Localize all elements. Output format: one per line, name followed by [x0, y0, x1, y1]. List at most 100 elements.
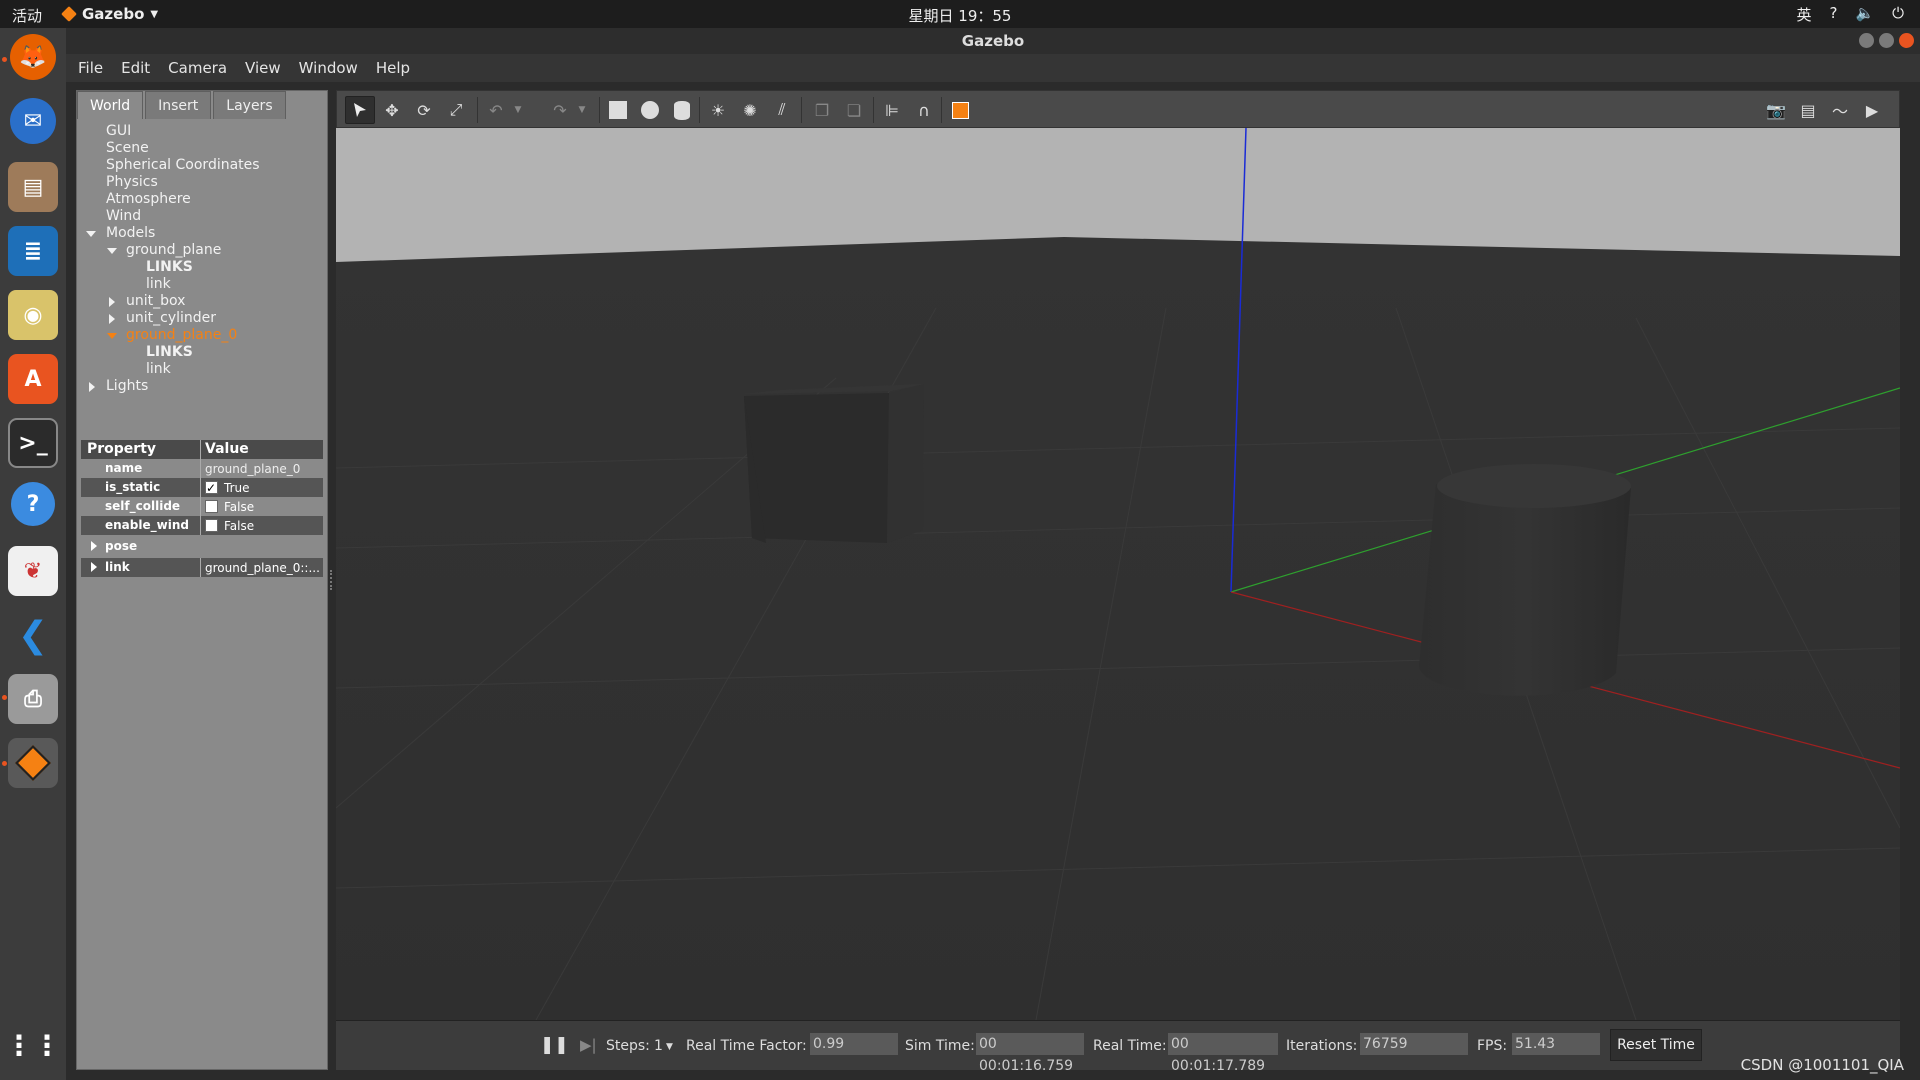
unit-box-model[interactable] [744, 384, 924, 543]
enable-wind-checkbox[interactable] [205, 519, 218, 532]
tree-item-scene[interactable]: Scene [77, 140, 327, 157]
expand-arrow-icon[interactable] [109, 297, 115, 307]
paste-icon[interactable]: ❏ [843, 99, 865, 121]
expand-arrow-icon[interactable] [91, 541, 97, 551]
expand-arrow-icon[interactable] [109, 314, 115, 324]
unit-cylinder-model[interactable] [1419, 464, 1631, 696]
firefox-icon[interactable]: 🦊 [10, 34, 56, 80]
printer-icon[interactable]: ⎙ [8, 674, 58, 724]
self-collide-checkbox[interactable] [205, 500, 218, 513]
tree-item-gui[interactable]: GUI [77, 123, 327, 140]
property-value: False [200, 497, 323, 516]
tree-item-link[interactable]: link [77, 276, 327, 293]
minimize-icon[interactable] [1859, 33, 1874, 48]
dock: 🦊 ✉ ▤ ≣ ◉ A >_ ? ❦ ❮ ⎙ ⋮⋮ [0, 28, 66, 1080]
screenshot-icon[interactable]: 📷 [1765, 99, 1787, 121]
column-header-property: Property [87, 441, 157, 457]
menu-help[interactable]: Help [376, 59, 410, 77]
menu-edit[interactable]: Edit [121, 59, 150, 77]
menu-camera[interactable]: Camera [168, 59, 227, 77]
view-angle-icon[interactable] [949, 99, 971, 121]
menu-file[interactable]: File [78, 59, 103, 77]
vscode-icon[interactable]: ❮ [8, 610, 58, 660]
is-static-checkbox[interactable] [205, 479, 218, 497]
scale-icon[interactable]: ⤢ [445, 99, 467, 121]
tree-item-lights[interactable]: Lights [77, 378, 327, 395]
tree-item-ground-plane[interactable]: ground_plane [77, 242, 327, 259]
gazebo-icon[interactable] [8, 738, 58, 788]
tree-item-atmosphere[interactable]: Atmosphere [77, 191, 327, 208]
point-light-icon[interactable]: ☀ [707, 99, 729, 121]
tree-item-ground-plane-0[interactable]: ground_plane_0 [77, 327, 327, 344]
property-row-pose[interactable]: pose [81, 537, 323, 556]
rhythmbox-icon[interactable]: ◉ [8, 290, 58, 340]
expand-arrow-icon[interactable] [86, 231, 96, 237]
help-icon[interactable]: ? [11, 482, 55, 526]
step-icon[interactable]: ▶| [580, 1036, 597, 1054]
input-method-indicator[interactable]: 英 [1796, 4, 1811, 25]
tree-item-wind[interactable]: Wind [77, 208, 327, 225]
property-key-label: pose [105, 539, 138, 553]
translate-icon[interactable]: ✥ [381, 99, 403, 121]
box-icon[interactable] [607, 99, 629, 121]
tree-item-spherical-coordinates[interactable]: Spherical Coordinates [77, 157, 327, 174]
tree-item-unit-cylinder[interactable]: unit_cylinder [77, 310, 327, 327]
copy-icon[interactable]: ❐ [811, 99, 833, 121]
magnet-icon[interactable]: ∩ [913, 99, 935, 121]
left-panel: World Insert Layers GUI Scene Spherical … [76, 90, 328, 1070]
files-icon[interactable]: ▤ [8, 162, 58, 212]
panel-splitter[interactable] [330, 570, 332, 590]
window-title-bar[interactable]: Gazebo [66, 28, 1920, 54]
volume-icon[interactable]: 🔈 [1855, 4, 1874, 25]
terminal-icon[interactable]: >_ [8, 418, 58, 468]
select-icon[interactable] [345, 96, 375, 124]
expand-arrow-icon[interactable] [91, 562, 97, 572]
tree-item-models[interactable]: Models [77, 225, 327, 242]
ground-plane [336, 237, 1900, 1020]
app-icon[interactable]: ❦ [8, 546, 58, 596]
close-icon[interactable] [1899, 33, 1914, 48]
tab-insert[interactable]: Insert [145, 91, 212, 119]
menu-view[interactable]: View [245, 59, 281, 77]
property-row-link[interactable]: link ground_plane_0::... [81, 558, 323, 577]
reset-time-button[interactable]: Reset Time [1610, 1029, 1702, 1061]
rotate-icon[interactable]: ⟳ [413, 99, 435, 121]
writer-icon[interactable]: ≣ [8, 226, 58, 276]
expand-arrow-icon[interactable] [89, 382, 95, 392]
thunderbird-icon[interactable]: ✉ [10, 98, 56, 144]
tree-item-link[interactable]: link [77, 361, 327, 378]
tab-layers[interactable]: Layers [213, 91, 286, 119]
sphere-icon[interactable] [639, 99, 661, 121]
undo-icon[interactable]: ↶ [485, 99, 507, 121]
maximize-icon[interactable] [1879, 33, 1894, 48]
log-icon[interactable]: ▤ [1797, 99, 1819, 121]
tree-item-unit-box[interactable]: unit_box [77, 293, 327, 310]
redo-icon[interactable]: ↷ [549, 99, 571, 121]
align-icon[interactable]: ⊫ [881, 99, 903, 121]
help-indicator[interactable]: ? [1829, 4, 1837, 25]
tab-world[interactable]: World [77, 91, 144, 119]
iterations-label: Iterations: [1286, 1038, 1358, 1054]
cylinder-icon[interactable] [671, 99, 693, 121]
menu-window[interactable]: Window [299, 59, 358, 77]
3d-viewport[interactable] [336, 128, 1900, 1020]
sim-time-label: Sim Time: [905, 1038, 975, 1054]
tree-item-physics[interactable]: Physics [77, 174, 327, 191]
record-icon[interactable]: ▶ [1861, 99, 1883, 121]
steps-value[interactable]: 1 [654, 1038, 663, 1054]
clock[interactable]: 星期日 19：55 [0, 5, 1920, 26]
chevron-down-icon[interactable]: ▼ [666, 1042, 673, 1052]
property-key-label: link [105, 560, 130, 574]
expand-arrow-icon[interactable] [107, 333, 117, 339]
property-key: is_static [105, 480, 161, 494]
app-grid-icon[interactable]: ⋮⋮ [5, 1020, 61, 1070]
directional-light-icon[interactable]: ⫽ [771, 99, 793, 121]
plot-icon[interactable]: 〜 [1829, 99, 1851, 121]
redo-dropdown-icon[interactable]: ▼ [571, 99, 593, 121]
expand-arrow-icon[interactable] [107, 248, 117, 254]
software-icon[interactable]: A [8, 354, 58, 404]
pause-icon[interactable]: ❚❚ [540, 1035, 569, 1055]
power-icon[interactable]: ⏻ [1892, 4, 1904, 25]
spot-light-icon[interactable]: ✺ [739, 99, 761, 121]
undo-dropdown-icon[interactable]: ▼ [507, 99, 529, 121]
